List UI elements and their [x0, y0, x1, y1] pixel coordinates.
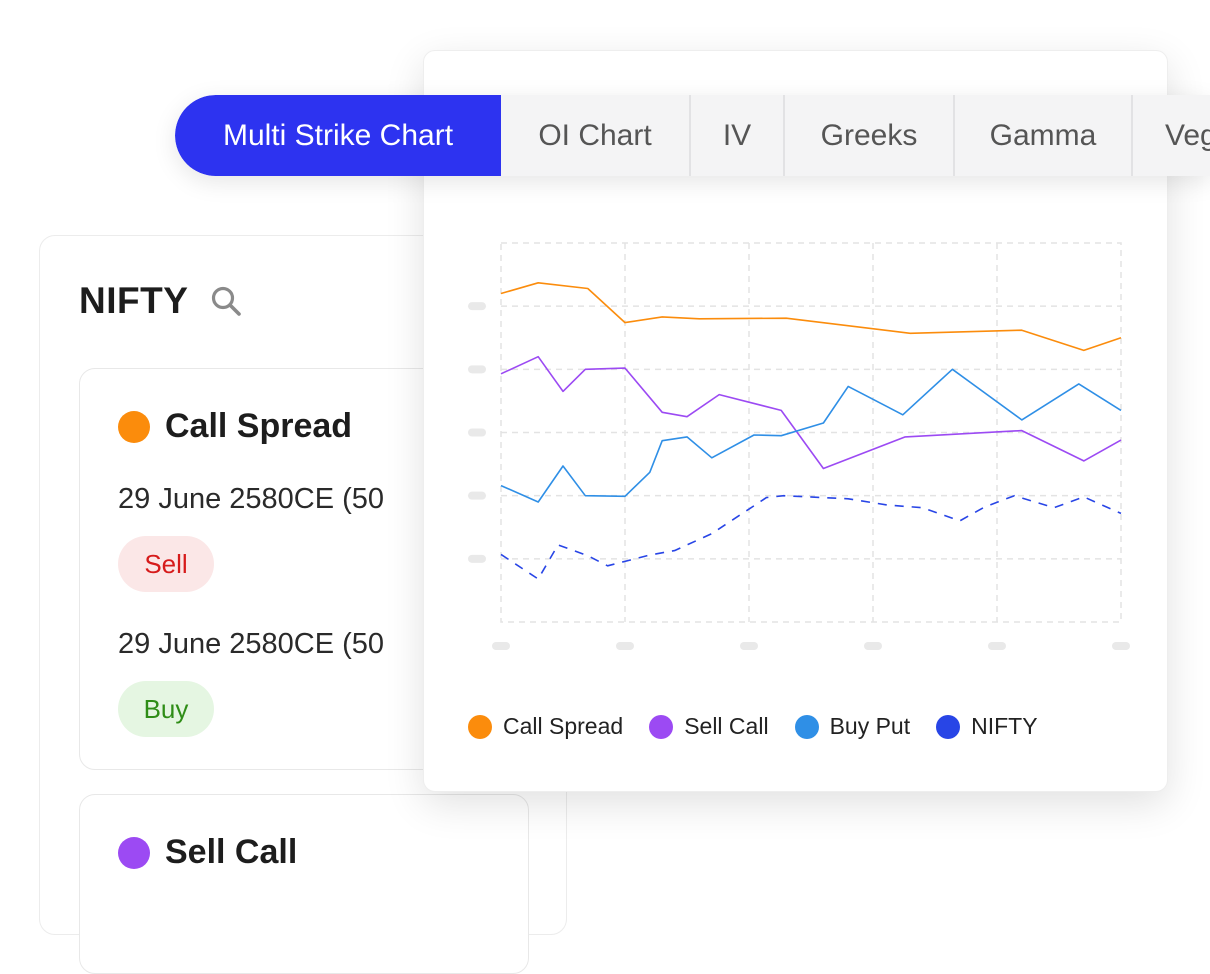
series-line-sell-call [500, 355, 1122, 470]
strategy-name: Call Spread [165, 407, 353, 445]
legend-item[interactable]: Call Spread [468, 713, 623, 740]
strategy-card-sell-call[interactable]: Sell Call [79, 794, 529, 974]
x-tick-placeholder [492, 642, 510, 650]
y-tick-placeholder [468, 554, 486, 563]
leg-contract: 29 June 2580CE (50 [118, 628, 385, 660]
x-tick-placeholder [616, 642, 634, 650]
sell-badge[interactable]: Sell [118, 536, 214, 592]
series-line-buy-put [500, 368, 1122, 503]
strategy-color-dot [118, 836, 150, 869]
legend-item[interactable]: Sell Call [649, 713, 769, 740]
legend-dot [468, 714, 492, 739]
y-tick-placeholder [468, 365, 486, 374]
chart-legend: Call Spread Sell Call Buy Put NIFTY [468, 713, 1064, 740]
legend-label: NIFTY [971, 713, 1038, 739]
y-tick-placeholder [468, 302, 486, 311]
symbol-header: NIFTY [79, 280, 244, 322]
legend-item[interactable]: Buy Put [794, 713, 911, 740]
legend-item[interactable]: NIFTY [936, 713, 1038, 740]
x-tick-placeholder [740, 642, 758, 650]
tab-gamma[interactable]: Gamma [955, 95, 1133, 176]
strategy-name: Sell Call [165, 833, 298, 871]
x-tick-placeholder [864, 642, 882, 650]
tab-oi-chart[interactable]: OI Chart [501, 95, 691, 176]
search-icon[interactable] [208, 283, 244, 319]
series-line-call-spread [500, 282, 1122, 352]
legend-dot [649, 714, 674, 739]
legend-label: Sell Call [684, 713, 769, 739]
x-tick-placeholder [1112, 642, 1130, 650]
legend-dot [936, 714, 961, 739]
symbol-name: NIFTY [79, 280, 189, 321]
x-tick-placeholder [988, 642, 1006, 650]
tab-multi-strike-chart[interactable]: Multi Strike Chart [175, 95, 501, 176]
tab-vega[interactable]: Vega [1133, 95, 1210, 176]
buy-badge[interactable]: Buy [118, 681, 214, 737]
y-tick-placeholder [468, 491, 486, 500]
legend-label: Buy Put [829, 713, 911, 739]
legend-label: Call Spread [503, 713, 624, 739]
tab-greeks[interactable]: Greeks [785, 95, 955, 176]
y-tick-placeholder [468, 428, 486, 437]
strategy-title-row: Sell Call [118, 833, 297, 872]
leg-contract: 29 June 2580CE (50 [118, 483, 385, 515]
series-line-nifty [500, 494, 1122, 580]
legend-dot [794, 714, 819, 739]
strategy-color-dot [118, 410, 150, 443]
tab-bar: Multi Strike Chart OI Chart IV Greeks Ga… [175, 95, 1210, 176]
tab-iv[interactable]: IV [691, 95, 785, 176]
strategy-title-row: Call Spread [118, 407, 352, 446]
